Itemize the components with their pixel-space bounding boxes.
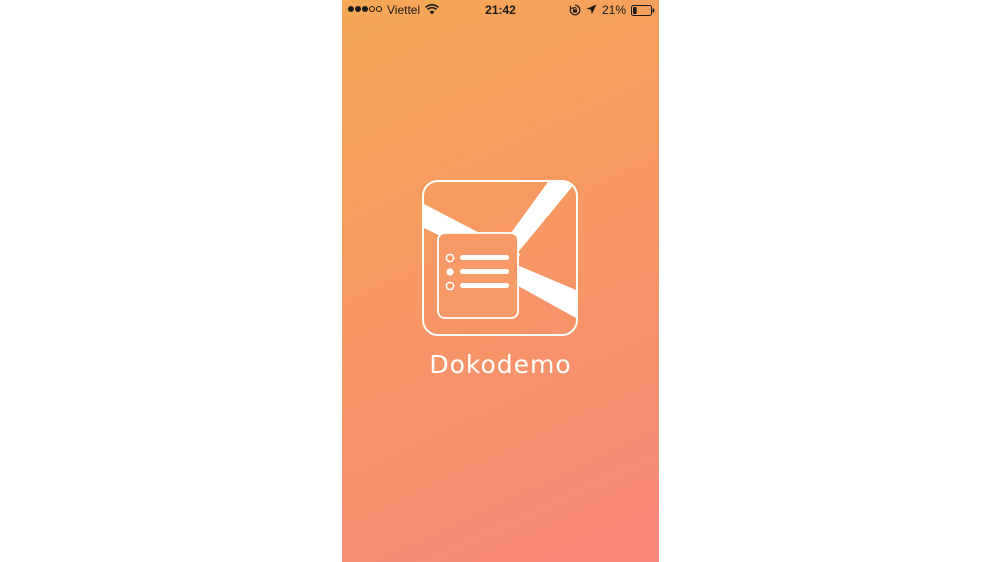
- orientation-lock-icon: [569, 4, 581, 16]
- location-arrow-icon: [586, 4, 597, 15]
- splash-screen: Viettel 21:42 21% Dokodemo: [342, 0, 659, 562]
- battery-percentage: 21%: [602, 3, 627, 17]
- list-card: [437, 232, 519, 319]
- battery-icon: [631, 5, 655, 16]
- app-name: Dokodemo: [429, 350, 572, 379]
- app-logo: [422, 180, 578, 336]
- status-bar: Viettel 21:42 21%: [342, 0, 659, 22]
